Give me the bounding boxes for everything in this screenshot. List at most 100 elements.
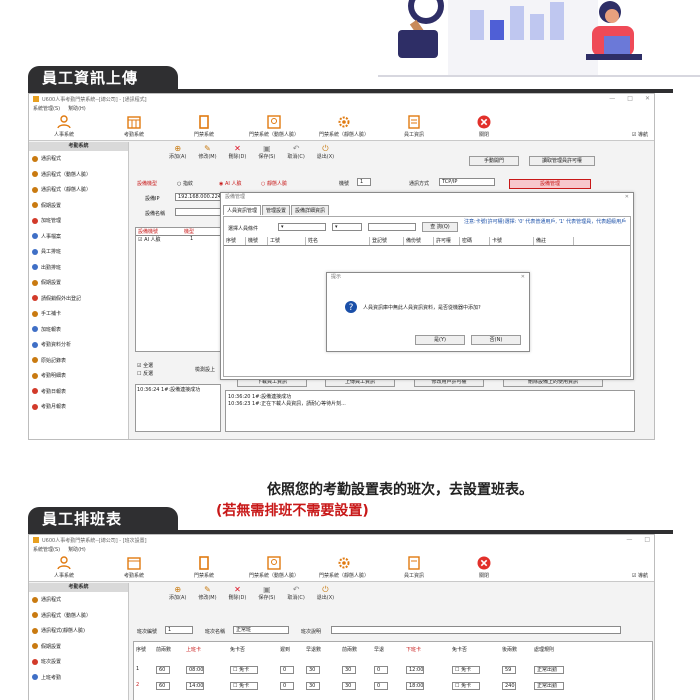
column-header[interactable]: 備份號	[404, 237, 434, 245]
sidebar-item[interactable]: 加班管理	[29, 213, 128, 229]
save-button[interactable]: ▣ 保存(S)	[258, 144, 275, 162]
table-row[interactable]: ☑ AI 人臉 1	[136, 236, 220, 244]
shift-cell-field[interactable]: 30	[342, 682, 356, 690]
access-dynamic-face-button[interactable]: 門禁系統（動態人臉）	[239, 115, 309, 139]
edit-button[interactable]: ✎ 修改(M)	[198, 585, 216, 603]
no-button[interactable]: 否(N)	[471, 335, 521, 345]
employee-info-button[interactable]: 員工資訊	[379, 556, 449, 580]
sidebar-item[interactable]: 員工排班	[29, 244, 128, 260]
prompt-close-icon[interactable]: ✕	[521, 274, 525, 280]
add-button[interactable]: ⊕ 添加(A)	[169, 585, 186, 603]
save-button[interactable]: ▣ 保存(S)	[258, 585, 275, 603]
sidebar-item[interactable]: 手工補卡	[29, 306, 128, 322]
shift-cell-field[interactable]: ☐ 免卡	[230, 666, 258, 674]
shift-cell-field[interactable]: ☐ 免卡	[452, 682, 480, 690]
edit-button[interactable]: ✎ 修改(M)	[198, 144, 216, 162]
radio-ai-face[interactable]: ◉ AI 人臉	[219, 180, 241, 187]
shift-cell-field[interactable]: ☐ 免卡	[452, 666, 480, 674]
cancel-button[interactable]: ↶ 取消(C)	[287, 144, 304, 162]
yes-button[interactable]: 是(Y)	[415, 335, 465, 345]
table-row[interactable]: 2 60 14:00 ☐ 免卡 0 30 30 0 18:00 ☐ 免卡 240 正常出勤	[134, 682, 652, 694]
shift-cell-field[interactable]: 0	[280, 682, 294, 690]
shift-cell-field[interactable]: 0	[374, 682, 388, 690]
access-static-face-button[interactable]: 門禁系統（靜態人臉）	[309, 556, 379, 580]
sidebar-item[interactable]: 考勤月報表	[29, 399, 128, 415]
sidebar-item[interactable]: 假期設置	[29, 275, 128, 291]
condition-value-input[interactable]	[368, 223, 416, 231]
close-app-button[interactable]: 關閉	[449, 556, 519, 580]
shift-desc-field[interactable]	[331, 626, 621, 634]
minimize-icon[interactable]: —	[626, 536, 632, 543]
shift-name-field[interactable]: 正常班	[233, 626, 289, 634]
sidebar-item[interactable]: 考勤資料分析	[29, 337, 128, 353]
minimize-icon[interactable]: —	[609, 95, 615, 102]
menu-help[interactable]: 幫助(H)	[68, 546, 86, 553]
shift-cell-field[interactable]: 30	[306, 682, 320, 690]
read-admin-permission-button[interactable]: 讀取管理員許可權	[529, 156, 595, 166]
table-row[interactable]: 1 60 08:00 ☐ 免卡 0 30 30 0 12:00 ☐ 免卡 59 正常出勤	[134, 666, 652, 678]
manual-open-door-button[interactable]: 手動開門	[469, 156, 519, 166]
column-header[interactable]: 姓名	[306, 237, 370, 245]
cancel-button[interactable]: ↶ 取消(C)	[287, 585, 304, 603]
select-all-check[interactable]: ☑ 全選	[137, 362, 153, 369]
shift-cell-field[interactable]: 60	[156, 682, 170, 690]
sidebar-item[interactable]: 上班考勤	[29, 670, 128, 686]
shift-no-field[interactable]: 1	[165, 626, 193, 634]
shift-cell-field[interactable]: 0	[280, 666, 294, 674]
maximize-icon[interactable]: □	[644, 536, 650, 543]
tab-personnel[interactable]: 人員資訊管理	[223, 205, 262, 215]
sidebar-item[interactable]: 通訊程式（動態人臉）	[29, 167, 128, 183]
shift-cell-field[interactable]: 0	[374, 666, 388, 674]
sidebar-item[interactable]: 通訊程式(靜態人臉)	[29, 623, 128, 639]
column-header[interactable]: 卡號	[490, 237, 534, 245]
invert-select-check[interactable]: ☐ 反選	[137, 370, 153, 377]
navigation-toggle[interactable]: ☑ 導航	[632, 131, 648, 138]
sidebar-item[interactable]: 考勤日報表	[29, 384, 128, 400]
maximize-icon[interactable]: □	[627, 95, 633, 102]
shift-cell-field[interactable]: 240	[502, 682, 516, 690]
column-header[interactable]: 工號	[268, 237, 306, 245]
add-button[interactable]: ⊕ 添加(A)	[169, 144, 186, 162]
column-header[interactable]: 機號	[246, 237, 268, 245]
sidebar-item[interactable]: 假期設置	[29, 639, 128, 655]
hr-system-button[interactable]: 人事系統	[29, 556, 99, 580]
access-static-face-button[interactable]: 門禁系統（靜態人臉）	[309, 115, 379, 139]
sidebar-item[interactable]: 假期設置	[29, 198, 128, 214]
column-header[interactable]: 密碼	[460, 237, 490, 245]
dialog-close-icon[interactable]: ✕	[625, 194, 629, 200]
employee-info-button[interactable]: 員工資訊	[379, 115, 449, 139]
sidebar-item[interactable]: 班次設置	[29, 654, 128, 670]
sidebar-item[interactable]: 人事檔案	[29, 229, 128, 245]
tab-device-details[interactable]: 設備詳細資訊	[291, 205, 330, 215]
sidebar-item[interactable]: 通訊程式（靜態人臉）	[29, 182, 128, 198]
access-dynamic-face-button[interactable]: 門禁系統（動態人臉）	[239, 556, 309, 580]
device-management-button[interactable]: 設備管理	[509, 179, 591, 189]
menu-help[interactable]: 幫助(H)	[68, 105, 86, 112]
shift-cell-field[interactable]: 正常出勤	[534, 666, 564, 674]
access-system-button[interactable]: 門禁系統	[169, 115, 239, 139]
access-system-button[interactable]: 門禁系統	[169, 556, 239, 580]
query-button[interactable]: 查 詢(Q)	[422, 222, 458, 232]
shift-cell-field[interactable]: 12:00	[406, 666, 424, 674]
shift-cell-field[interactable]: 30	[306, 666, 320, 674]
delete-button[interactable]: ✕ 刪除(D)	[229, 585, 247, 603]
sidebar-item[interactable]: 通訊程式	[29, 151, 128, 167]
sidebar-item[interactable]: 原始記錄表	[29, 353, 128, 369]
sidebar-item[interactable]: 請假銷假外出登記	[29, 291, 128, 307]
hr-system-button[interactable]: 人事系統	[29, 115, 99, 139]
machine-no-field[interactable]: 1	[357, 178, 371, 186]
column-header[interactable]: 備註	[534, 237, 574, 245]
radio-fingerprint[interactable]: ○ 指紋	[177, 180, 193, 187]
shift-cell-field[interactable]: 59	[502, 666, 516, 674]
comm-mode-select[interactable]: TCP/IP	[439, 178, 495, 186]
sidebar-item[interactable]: 加班報表	[29, 322, 128, 338]
shift-cell-field[interactable]: 18:00	[406, 682, 424, 690]
column-header[interactable]: 登記號	[370, 237, 404, 245]
column-header[interactable]: 許可權	[434, 237, 460, 245]
exit-button[interactable]: ⏻ 退出(X)	[317, 144, 334, 162]
shift-cell-field[interactable]: 正常出勤	[534, 682, 564, 690]
column-header[interactable]: 序號	[224, 237, 246, 245]
condition-select-1[interactable]: ▾	[278, 223, 326, 231]
attendance-system-button[interactable]: 考勤系統	[99, 556, 169, 580]
shift-cell-field[interactable]: 08:00	[186, 666, 204, 674]
